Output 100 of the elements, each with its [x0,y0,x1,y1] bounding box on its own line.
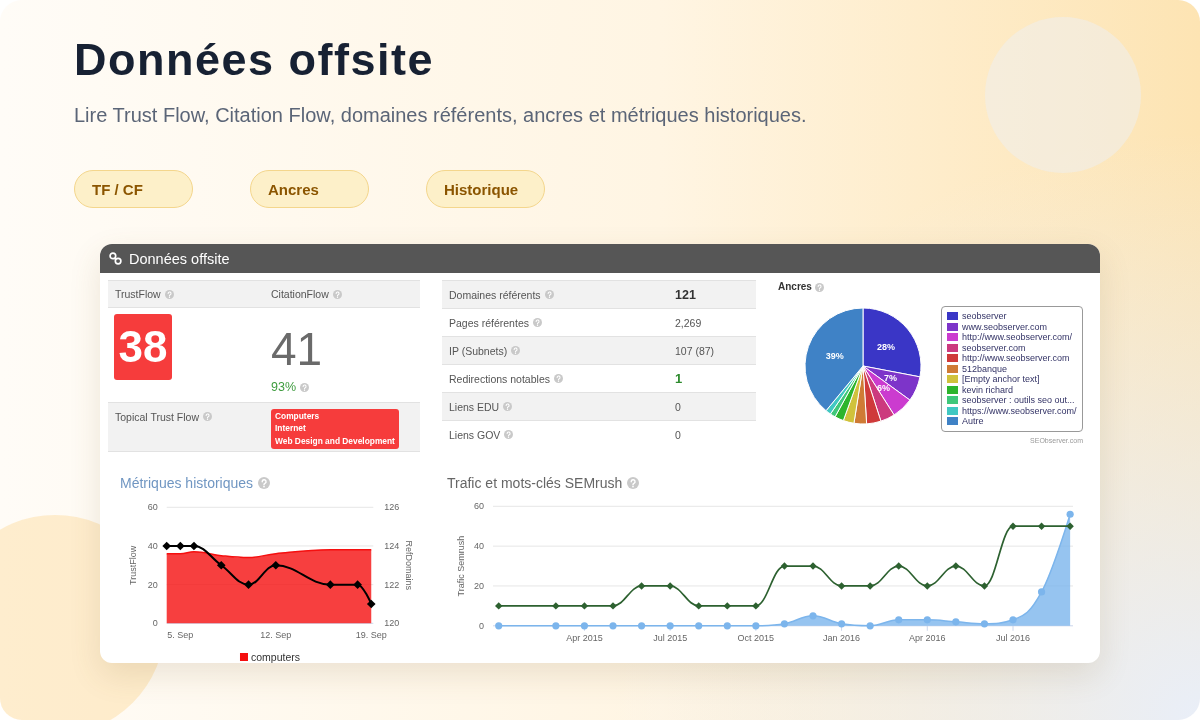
axis-label: 40 [474,541,484,552]
data-point [495,622,503,630]
data-point [552,622,560,630]
feature-tag: Ancres [250,170,369,208]
data-point [780,620,789,628]
row-label: Liens GOV [449,427,501,443]
axis-label: Oct 2015 [737,632,775,643]
data-point [326,580,335,589]
row-label: Liens EDU [449,399,500,415]
page-subtitle: Lire Trust Flow, Citation Flow, domaines référents, ancres et métriques historiques. [74,103,808,128]
axis-label: Apr 2015 [566,632,603,643]
help-icon [503,402,513,411]
column-header: CitationFlow [271,288,329,300]
data-point [695,622,703,630]
data-point [752,602,760,610]
data-point [1037,588,1046,596]
axis-title: Trafic Semrush [456,535,466,597]
help-icon [554,374,563,383]
trust-flow-score: 38 [114,314,172,380]
percent-label: 39% [825,350,844,361]
help-icon [332,289,342,299]
data-point [666,582,674,590]
legend-label: seobserver : outils seo out... [962,395,1075,406]
data-point [609,622,617,630]
help-icon [814,282,824,292]
data-point [923,616,931,624]
legend-label: http://www.seobserver.com/ [962,332,1073,343]
axis-label: 20 [474,580,484,591]
cell-value: 2,269 [675,316,703,329]
flow-ratio: 93% [271,379,297,395]
axis-label: Jul 2016 [996,632,1030,643]
row-label: Pages référentes [449,315,529,331]
data-point [552,602,560,610]
legend-label: www.seobserver.com [962,321,1048,332]
axis-label: 60 [474,501,484,512]
cell-value: 0 [675,400,682,413]
legend-label: seobserver.com [962,342,1026,353]
axis-title: TrustFlow [128,545,138,585]
data-point [980,620,989,628]
data-point [244,580,253,589]
data-point [952,562,960,570]
help-icon [300,382,310,392]
chart-title: Trafic et mots-clés SEMrush [447,474,623,493]
row-label: Topical Trust Flow [115,410,200,425]
help-icon [544,290,554,299]
data-point [580,602,589,610]
legend-label: [Empty anchor text] [962,374,1040,385]
percent-label: 7% [884,372,898,383]
row-label: Domaines référents [449,287,541,303]
legend-label: kevin richard [962,384,1014,395]
axis-label: 12. Sep [260,630,292,641]
data-point [637,582,646,590]
help-icon [532,318,542,327]
help-icon [504,430,514,439]
help-icon [164,289,174,299]
legend-label: seobserver [962,311,1007,322]
help-icon [258,477,271,489]
cell-value: 107 (87) [675,344,716,357]
data-point [609,602,617,610]
axis-label: Jan 2016 [823,632,861,643]
page-title: Données offsite [74,34,436,86]
data-point [1037,522,1046,530]
data-point [580,622,589,630]
axis-label: 122 [384,579,400,590]
data-point [752,622,760,630]
help-icon [511,346,521,355]
data-point [666,622,674,630]
data-point [723,602,731,610]
data-point [366,599,376,609]
legend-label: https://www.seobserver.com/ [962,405,1077,416]
data-point [809,612,817,620]
feature-tag: TF / CF [74,170,193,208]
data-point [271,561,281,570]
cell-value: 121 [675,287,697,302]
data-point [952,618,960,626]
data-point [189,541,199,551]
chart-title: Métriques historiques [120,474,254,493]
help-icon [203,412,213,421]
axis-label: 0 [152,618,158,629]
column-header: TrustFlow [115,288,161,300]
data-point [895,616,903,624]
citation-flow-score: 41 [271,326,324,372]
data-point [176,541,185,551]
data-point [1009,522,1017,530]
data-point [809,562,817,570]
legend-label: computers [251,651,300,663]
cell-value: 1 [675,371,684,386]
axis-label: 60 [147,502,158,513]
axis-label: 40 [147,540,158,551]
row-label: Redirections notables [449,371,550,387]
data-point [216,561,226,570]
data-point [895,562,903,570]
axis-label: 124 [384,540,400,551]
axis-label: 0 [479,620,484,631]
cell-value: 0 [675,428,682,441]
topic-label: Internet [275,422,307,435]
data-point [353,580,362,589]
data-point [723,622,731,630]
data-point [837,620,846,628]
topic-label: Web Design and Development [275,434,395,447]
